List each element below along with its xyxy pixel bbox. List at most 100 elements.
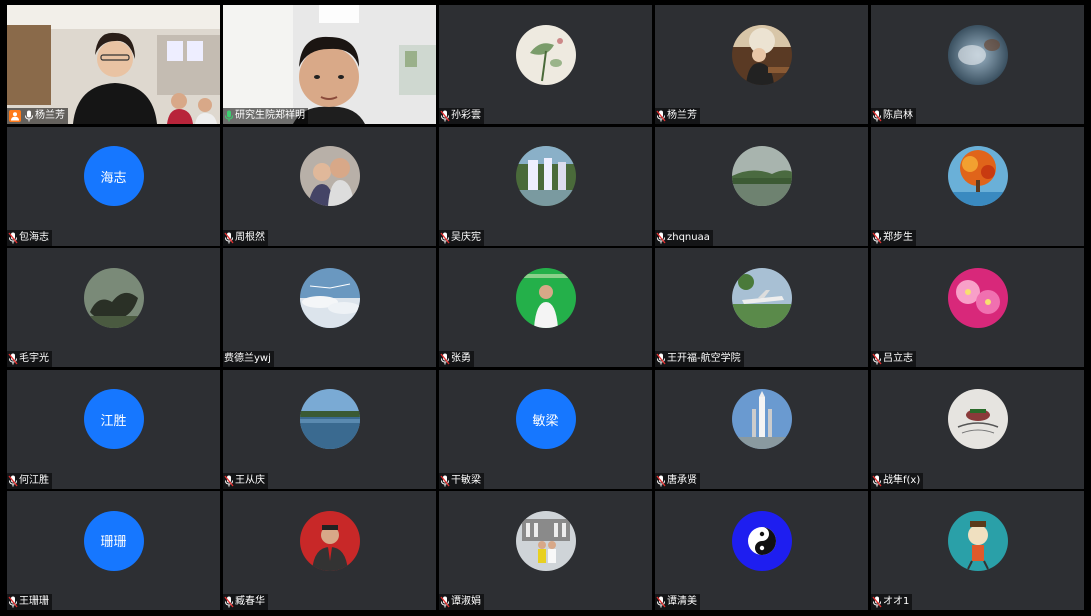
avatar — [515, 146, 576, 206]
mic-muted-icon — [440, 353, 451, 365]
avatar — [731, 389, 792, 449]
participant-tile[interactable]: 海志包海志 — [7, 126, 220, 246]
participant-name-bar: 吴庆宪 — [439, 229, 484, 246]
participant-name: 干敏梁 — [451, 474, 481, 486]
participant-name: 研究生院郑祥明 — [235, 110, 305, 121]
avatar-initials: 海志 — [83, 146, 144, 206]
participant-tile[interactable]: 敏梁干敏梁 — [439, 369, 652, 489]
participant-name-bar: zhqnuaa — [655, 229, 713, 246]
avatar — [731, 146, 792, 206]
participant-tile[interactable]: 郑步生 — [871, 126, 1084, 246]
participant-name: 陈启林 — [883, 110, 913, 121]
mic-muted-icon — [8, 353, 19, 365]
mic-muted-icon — [872, 110, 883, 122]
participant-tile[interactable]: 杨兰芳 — [7, 5, 220, 124]
avatar — [947, 510, 1008, 571]
participant-name: zhqnuaa — [667, 231, 710, 243]
avatar: 敏梁 — [515, 389, 576, 449]
avatar: 珊珊 — [83, 510, 144, 571]
participant-tile[interactable]: 谭淑娟 — [439, 491, 652, 610]
mic-muted-icon — [872, 353, 883, 365]
participant-name: 谭清美 — [667, 596, 697, 607]
mic-muted-icon — [440, 596, 451, 608]
avatar: 江胜 — [83, 389, 144, 449]
avatar — [947, 389, 1008, 449]
participant-tile[interactable]: 唐承贤 — [655, 369, 868, 489]
participant-name-bar: 郑步生 — [871, 229, 916, 246]
participant-name: 郑步生 — [883, 231, 913, 243]
participant-name: 唐承贤 — [667, 474, 697, 486]
host-icon — [9, 110, 21, 122]
avatar — [83, 267, 144, 328]
participant-name: 吴庆宪 — [451, 231, 481, 243]
participant-tile[interactable]: 吴庆宪 — [439, 126, 652, 246]
participant-name-bar: 包海志 — [7, 229, 52, 246]
avatar — [299, 510, 360, 571]
avatar — [515, 24, 576, 85]
avatar — [515, 267, 576, 328]
participant-name: 臧春华 — [235, 596, 265, 607]
participant-name-bar: 陈启林 — [871, 108, 916, 124]
participant-name: オオ1 — [883, 596, 910, 607]
participant-tile[interactable]: 研究生院郑祥明 — [223, 5, 436, 124]
mic-muted-icon — [656, 232, 667, 244]
participant-tile[interactable]: 王开福-航空学院 — [655, 248, 868, 367]
participant-tile[interactable]: 周根然 — [223, 126, 436, 246]
participant-tile[interactable]: 孙彩雲 — [439, 5, 652, 124]
mic-muted-icon — [8, 475, 19, 487]
avatar — [299, 267, 360, 328]
participant-name-bar: 何江胜 — [7, 472, 52, 489]
mic-muted-icon — [656, 596, 667, 608]
participant-tile[interactable]: オオ1 — [871, 491, 1084, 610]
participant-tile[interactable]: 臧春华 — [223, 491, 436, 610]
participant-name-bar: 臧春华 — [223, 594, 268, 610]
participant-name-bar: 张勇 — [439, 351, 474, 367]
mic-muted-icon — [656, 475, 667, 487]
participant-grid: 杨兰芳 研究生院郑祥明 孙彩雲 杨兰芳 陈启林 海志 包海志 周根然 吴庆宪 z… — [7, 5, 1085, 611]
participant-name-bar: 谭淑娟 — [439, 594, 484, 610]
participant-name-bar: 费德兰ywj — [223, 351, 274, 367]
participant-name-bar: 毛宇光 — [7, 351, 52, 367]
participant-tile[interactable]: zhqnuaa — [655, 126, 868, 246]
mic-muted-icon — [440, 110, 451, 122]
participant-name-bar: オオ1 — [871, 594, 913, 610]
participant-tile[interactable]: 张勇 — [439, 248, 652, 367]
participant-tile[interactable]: 战隼f(x) — [871, 369, 1084, 489]
participant-tile[interactable]: 吕立志 — [871, 248, 1084, 367]
participant-tile[interactable]: 王从庆 — [223, 369, 436, 489]
participant-tile[interactable]: 江胜何江胜 — [7, 369, 220, 489]
participant-name-bar: 王开福-航空学院 — [655, 351, 744, 367]
participant-name: 吕立志 — [883, 353, 913, 364]
participant-tile[interactable]: 费德兰ywj — [223, 248, 436, 367]
participant-name: 周根然 — [235, 231, 265, 243]
avatar — [731, 510, 792, 571]
avatar — [731, 24, 792, 85]
avatar: 海志 — [83, 146, 144, 206]
mic-muted-icon — [872, 596, 883, 608]
participant-name-bar: 王从庆 — [223, 472, 268, 489]
participant-video — [7, 5, 220, 124]
participant-tile[interactable]: 珊珊 王珊珊 — [7, 491, 220, 610]
avatar-initials: 珊珊 — [83, 510, 144, 571]
mic-muted-icon — [872, 475, 883, 487]
avatar — [947, 24, 1008, 85]
participant-name: 孙彩雲 — [451, 110, 481, 121]
participant-name-bar: 杨兰芳 — [655, 108, 700, 124]
mic-muted-icon — [8, 596, 19, 608]
avatar-initials: 江胜 — [83, 389, 144, 449]
participant-tile[interactable]: 谭清美 — [655, 491, 868, 610]
participant-name: 费德兰ywj — [224, 353, 271, 364]
mic-muted-icon — [440, 475, 451, 487]
participant-tile[interactable]: 陈启林 — [871, 5, 1084, 124]
participant-tile[interactable]: 杨兰芳 — [655, 5, 868, 124]
participant-name: 杨兰芳 — [35, 110, 65, 121]
participant-name: 杨兰芳 — [667, 110, 697, 121]
participant-tile[interactable]: 毛宇光 — [7, 248, 220, 367]
participant-name: 何江胜 — [19, 474, 49, 486]
avatar-initials: 敏梁 — [515, 389, 576, 449]
participant-name-bar: 杨兰芳 — [7, 108, 68, 124]
participant-name: 谭淑娟 — [451, 596, 481, 607]
participant-name: 张勇 — [451, 353, 471, 364]
mic-icon — [224, 110, 235, 122]
participant-name: 包海志 — [19, 231, 49, 243]
